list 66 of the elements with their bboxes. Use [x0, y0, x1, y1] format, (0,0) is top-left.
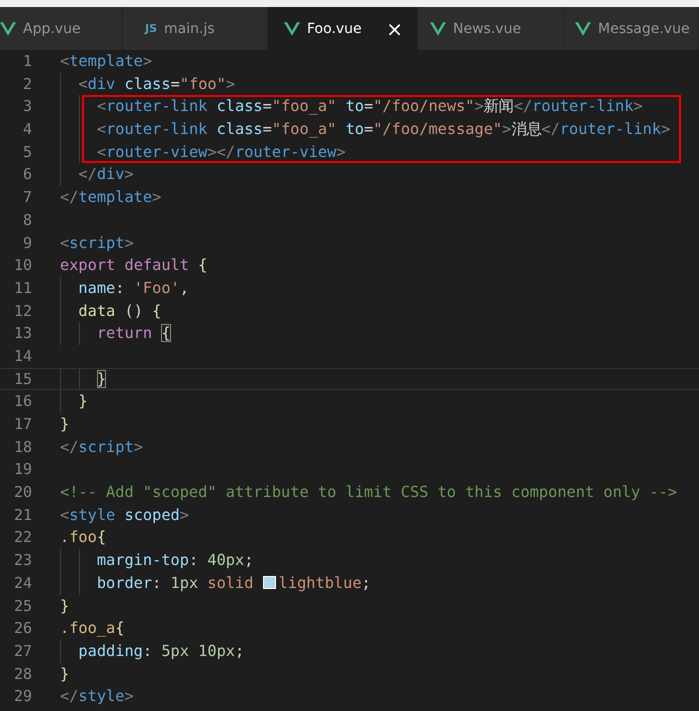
code-line: export default {: [60, 256, 208, 274]
code-line: .foo{: [60, 528, 106, 546]
line-number: 6: [22, 164, 32, 186]
code-line: </div>: [77, 165, 134, 184]
line-number: 21: [12, 504, 32, 526]
code-line: }: [60, 664, 70, 683]
line-number: 22: [12, 527, 32, 548]
code-line: return {: [96, 324, 171, 342]
editor-tab[interactable]: News.vue: [418, 7, 565, 50]
line-number: 25: [12, 596, 32, 616]
code-line: <style scoped>: [60, 506, 189, 524]
code-line: padding: 5px 10px;: [77, 642, 244, 660]
code-line: }: [60, 415, 70, 433]
code-line: .foo_a{: [60, 619, 124, 638]
line-number: 2: [22, 74, 32, 95]
code-line: <script>: [60, 234, 134, 252]
vue-logo-icon: [0, 22, 16, 36]
code-line: <template>: [60, 52, 152, 70]
line-number: 11: [12, 278, 32, 299]
editor-tab[interactable]: Message.vue: [565, 7, 699, 50]
line-number: 15: [12, 368, 32, 390]
code-line: <div class="foo">: [77, 74, 236, 93]
code-line: <router-link class="foo_a" to="/foo/news">新闻</router-link>: [96, 97, 643, 116]
line-number: 8: [22, 210, 32, 231]
line-number: 12: [12, 300, 32, 322]
vue-logo-icon: [284, 22, 300, 36]
line-number: 28: [12, 664, 32, 685]
code-line: }: [96, 370, 106, 388]
line-number: 4: [22, 119, 32, 140]
line-number: 20: [12, 482, 32, 504]
line-number: 16: [12, 391, 32, 412]
code-line: }: [60, 596, 70, 614]
close-icon[interactable]: ×: [386, 16, 403, 40]
line-number: 9: [22, 232, 32, 254]
line-number: 14: [12, 346, 32, 367]
code-line: <router-view></router-view>: [96, 142, 346, 161]
editor-tab[interactable]: JS main.js: [123, 7, 268, 50]
line-number: 3: [22, 96, 32, 118]
code-line: }: [77, 392, 88, 410]
line-number: 24: [12, 572, 32, 594]
line-number: 23: [12, 550, 32, 572]
editor-tab[interactable]: App.vue: [0, 7, 123, 50]
code-line: border: 1px solid lightblue;: [96, 574, 371, 592]
line-number: 29: [12, 686, 32, 708]
line-number: 18: [12, 436, 32, 458]
code-line: data () {: [77, 302, 162, 320]
vue-logo-icon: [575, 22, 591, 36]
code-line: </style>: [60, 687, 134, 706]
line-number: 26: [12, 618, 32, 640]
code-line: </script>: [60, 438, 143, 456]
line-number: 1: [22, 51, 32, 72]
line-number: 19: [12, 459, 32, 480]
line-number: 7: [22, 187, 32, 208]
code-line: <router-link class="foo_a" to="/foo/message">消息</router-link>: [96, 120, 670, 138]
code-line: margin-top: 40px;: [96, 551, 254, 570]
line-number: 17: [12, 414, 32, 435]
vue-logo-icon: [430, 22, 446, 36]
line-number: 10: [12, 255, 32, 276]
code-line: </template>: [60, 188, 162, 206]
code-line: name: 'Foo',: [77, 278, 189, 297]
editor-tab[interactable]: Foo.vue ×: [268, 7, 418, 50]
line-number: 27: [12, 640, 32, 662]
code-line: <!-- Add "scoped" attribute to limit CSS to this component only -->: [60, 483, 678, 502]
line-number: 5: [22, 142, 32, 163]
js-file-icon: JS: [145, 22, 158, 35]
line-number: 13: [12, 323, 32, 344]
